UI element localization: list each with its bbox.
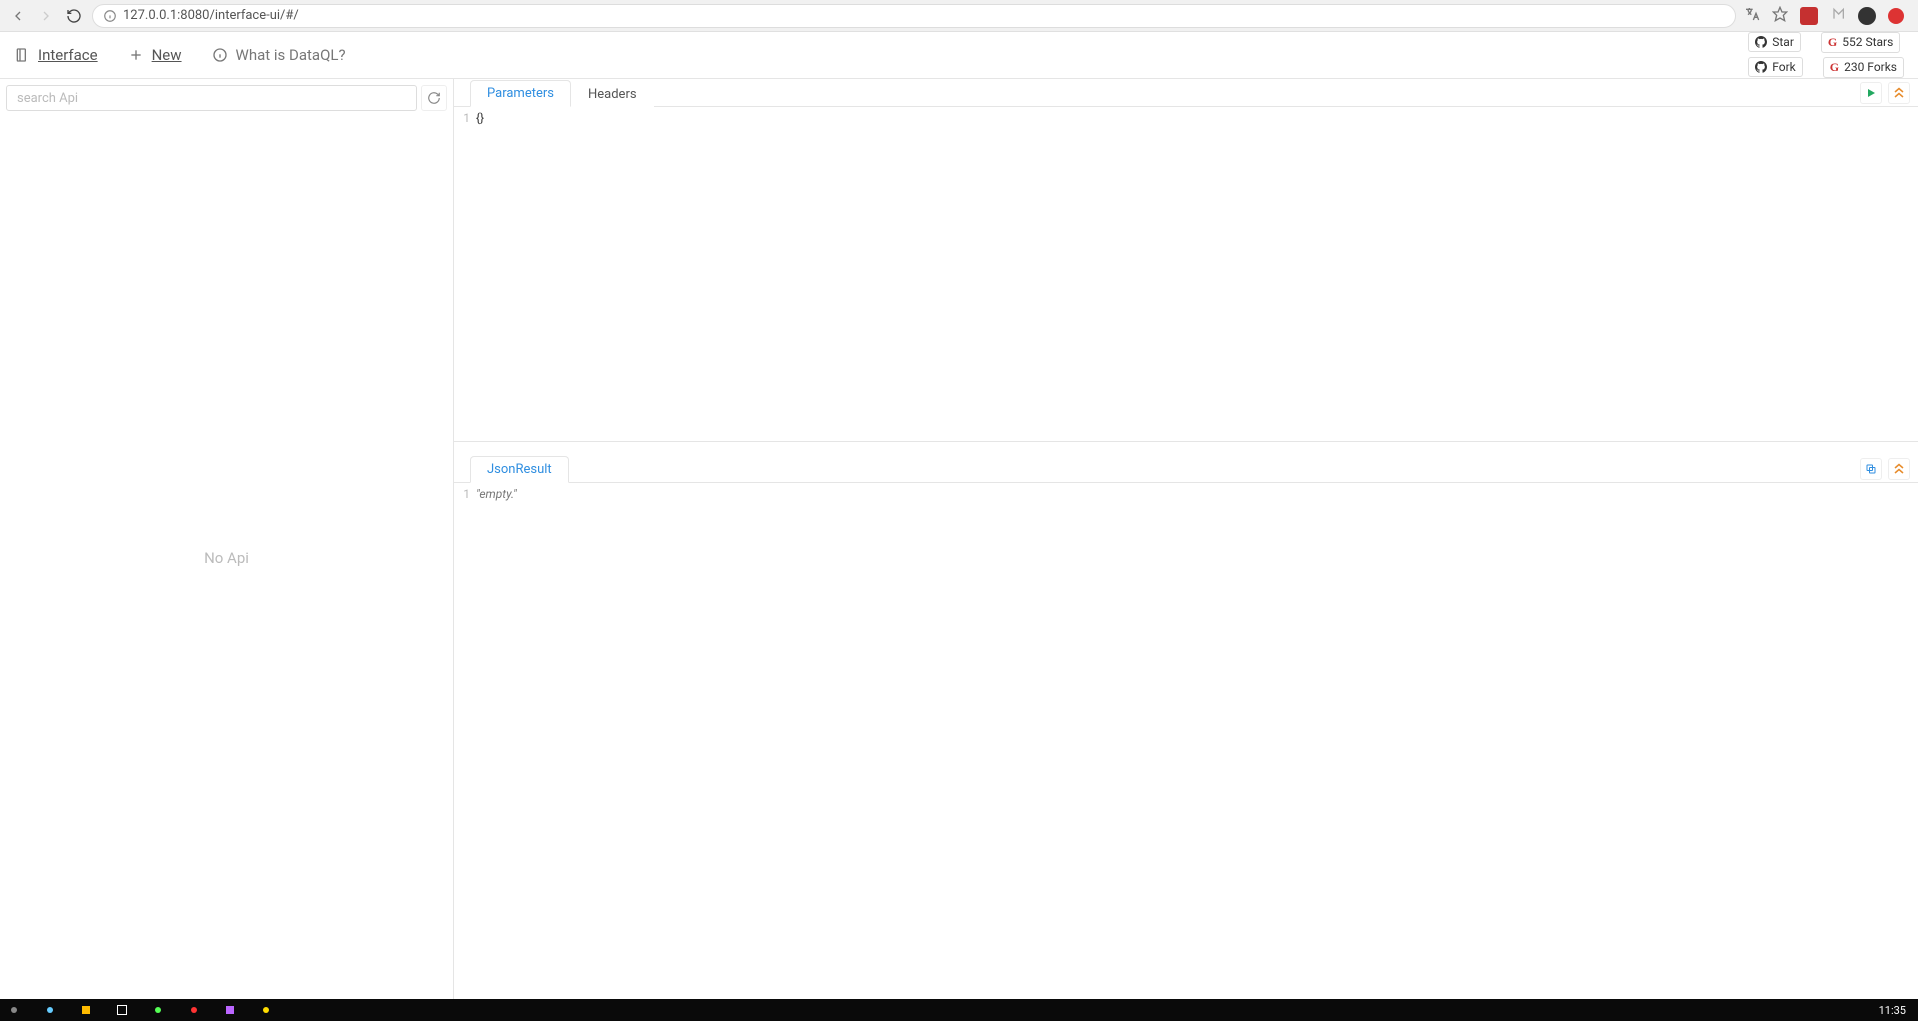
extension-icon-2[interactable] bbox=[1830, 6, 1846, 26]
request-code: {} bbox=[476, 111, 484, 125]
tab-parameters[interactable]: Parameters bbox=[470, 80, 571, 107]
line-number: 1 bbox=[454, 109, 470, 127]
tab-headers[interactable]: Headers bbox=[571, 81, 654, 107]
fork-label: Fork bbox=[1772, 60, 1796, 74]
taskbar-icon[interactable] bbox=[186, 1002, 202, 1018]
result-panel: JsonResult 1 "empty." bbox=[454, 455, 1918, 999]
forward-button[interactable] bbox=[36, 6, 56, 26]
taskbar-clock: 11:35 bbox=[1879, 1004, 1912, 1017]
sidebar: No Api bbox=[0, 78, 454, 999]
url-text: 127.0.0.1:8080/interface-ui/#/ bbox=[123, 8, 299, 23]
main-area: No Api Parameters Headers 1 {} bbox=[0, 78, 1918, 999]
request-tab-bar: Parameters Headers bbox=[454, 79, 1918, 107]
book-icon bbox=[14, 47, 30, 63]
stars-count-label: 552 Stars bbox=[1842, 35, 1893, 49]
info-icon bbox=[212, 47, 228, 63]
forks-count-label: 230 Forks bbox=[1844, 60, 1897, 74]
search-input[interactable] bbox=[6, 85, 417, 111]
result-editor[interactable]: 1 "empty." bbox=[454, 483, 1918, 999]
extension-icon-3[interactable] bbox=[1888, 8, 1904, 24]
taskbar-icon[interactable] bbox=[78, 1002, 94, 1018]
browser-toolbar: 127.0.0.1:8080/interface-ui/#/ bbox=[0, 0, 1918, 32]
line-number: 1 bbox=[454, 485, 470, 503]
help-label: What is DataQL? bbox=[236, 46, 346, 64]
taskbar: 11:35 bbox=[0, 999, 1918, 1021]
taskbar-icon[interactable] bbox=[222, 1002, 238, 1018]
result-code: "empty." bbox=[476, 487, 517, 501]
taskbar-icon[interactable] bbox=[114, 1002, 130, 1018]
taskbar-icon[interactable] bbox=[42, 1002, 58, 1018]
expand-button[interactable] bbox=[1888, 82, 1910, 104]
request-editor[interactable]: 1 {} bbox=[454, 107, 1918, 441]
panel-divider[interactable] bbox=[454, 441, 1918, 455]
run-button[interactable] bbox=[1860, 82, 1882, 104]
star-label: Star bbox=[1772, 35, 1794, 49]
new-label: New bbox=[152, 46, 182, 64]
content: Parameters Headers 1 {} JsonRe bbox=[454, 78, 1918, 999]
plus-icon bbox=[128, 47, 144, 63]
site-info-icon[interactable] bbox=[103, 9, 117, 23]
extension-icon-1[interactable] bbox=[1800, 7, 1818, 25]
taskbar-icon[interactable] bbox=[6, 1002, 22, 1018]
new-link[interactable]: New bbox=[128, 46, 182, 64]
taskbar-icon[interactable] bbox=[150, 1002, 166, 1018]
copy-button[interactable] bbox=[1860, 458, 1882, 480]
interface-label: Interface bbox=[38, 46, 98, 64]
result-tab-bar: JsonResult bbox=[454, 455, 1918, 483]
interface-link[interactable]: Interface bbox=[14, 46, 98, 64]
help-link[interactable]: What is DataQL? bbox=[212, 46, 346, 64]
tab-json-result[interactable]: JsonResult bbox=[470, 456, 569, 483]
expand-result-button[interactable] bbox=[1888, 458, 1910, 480]
g-icon: G bbox=[1828, 35, 1837, 50]
g-icon: G bbox=[1830, 60, 1839, 75]
translate-icon[interactable] bbox=[1744, 6, 1760, 26]
browser-right-icons bbox=[1744, 6, 1910, 26]
stars-count[interactable]: G 552 Stars bbox=[1821, 32, 1900, 53]
reload-button[interactable] bbox=[64, 6, 84, 26]
request-panel: Parameters Headers 1 {} bbox=[454, 79, 1918, 441]
back-button[interactable] bbox=[8, 6, 28, 26]
taskbar-icon[interactable] bbox=[258, 1002, 274, 1018]
profile-avatar[interactable] bbox=[1858, 7, 1876, 25]
forks-count[interactable]: G 230 Forks bbox=[1823, 57, 1904, 78]
app-header: Interface New What is DataQL? Star G 552… bbox=[0, 32, 1918, 78]
address-bar[interactable]: 127.0.0.1:8080/interface-ui/#/ bbox=[92, 4, 1736, 28]
refresh-button[interactable] bbox=[421, 85, 447, 111]
bookmark-star-icon[interactable] bbox=[1772, 6, 1788, 26]
github-star-button[interactable]: Star bbox=[1748, 32, 1801, 52]
sidebar-empty-text: No Api bbox=[0, 117, 453, 999]
github-fork-button[interactable]: Fork bbox=[1748, 57, 1803, 77]
